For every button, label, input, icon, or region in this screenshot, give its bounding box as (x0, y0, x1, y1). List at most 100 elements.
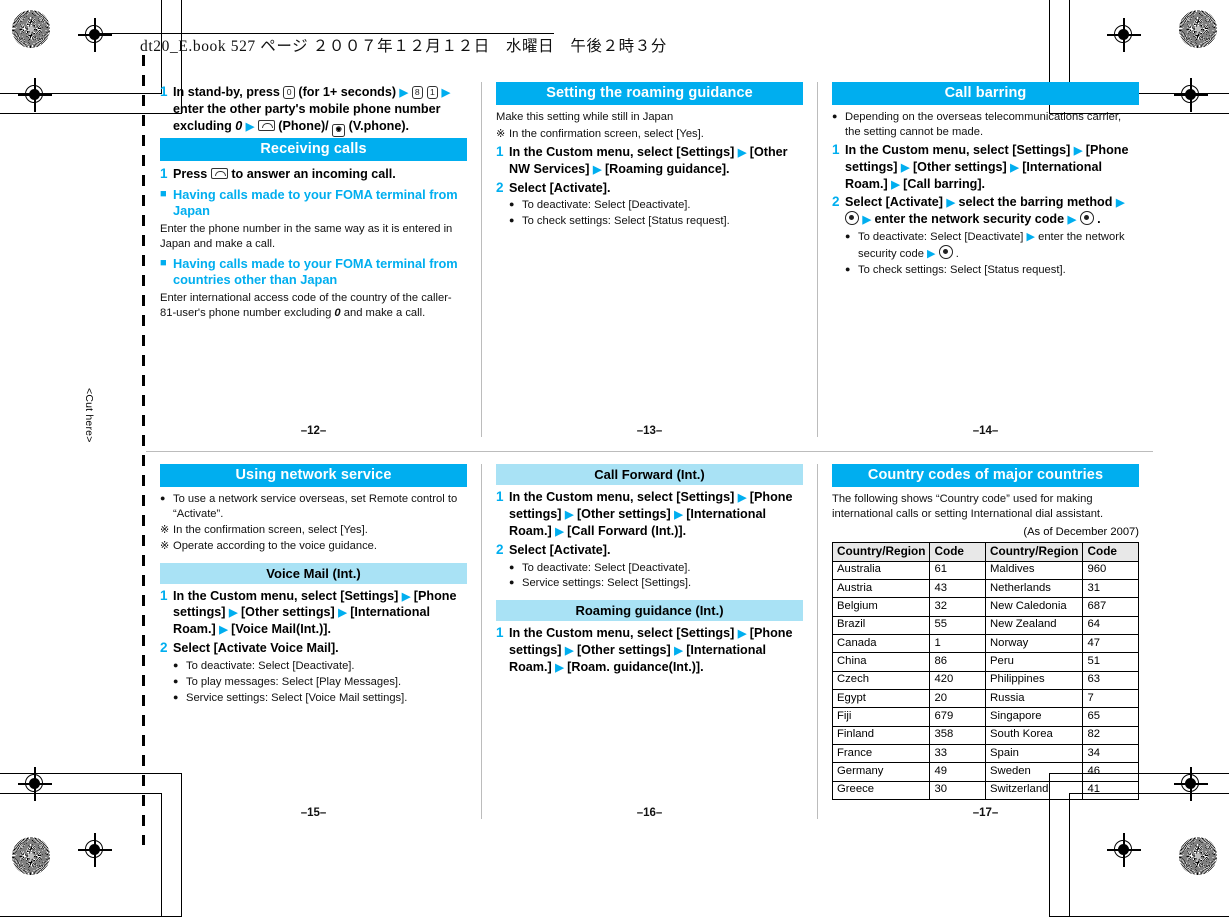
page-number: –16– (636, 807, 663, 819)
bullet-list: ● To deactivate: Select [Deactivate]. ● To … (509, 198, 803, 229)
list-item-label: To play messages: Select [Play Messages]… (186, 675, 402, 688)
instruction-text: [Voice Mail(Int.)]. (231, 622, 331, 637)
instruction-text: (V.phone). (348, 118, 410, 133)
registration-mark-right-lower (1174, 767, 1208, 801)
bullet-dot-icon: ● (845, 231, 851, 242)
list-item-label: Service settings: Select [Settings]. (522, 577, 692, 590)
arrow-icon: ▶ (891, 178, 900, 191)
list-item-label: To deactivate: Select [Deactivate]. (522, 199, 691, 212)
table-row: Fiji 679 Singapore 65 (831, 707, 1139, 727)
list-item-label: To deactivate: Select [Deactivate]. (522, 561, 691, 574)
country-code-cell: 32 (929, 597, 986, 617)
country-code-cell: 7 (1082, 689, 1139, 709)
registration-mark-bottom-right (1107, 833, 1141, 867)
country-codes-table: Country/Region Code Country/Region Code Aust… (831, 541, 1139, 800)
country-name-cell: Finland (831, 725, 931, 746)
reference-mark-icon: ※ (160, 539, 170, 552)
step-body: In the Custom menu, select [Settings] ▶ … (509, 489, 803, 540)
country-code-cell: 1 (929, 634, 986, 654)
step-body: In the Custom menu, select [Settings] ▶ … (173, 588, 467, 639)
arrow-icon: ▶ (1067, 214, 1077, 227)
country-name-cell: Canada (831, 634, 931, 654)
reference-mark-icon: ※ (160, 523, 170, 536)
arrow-icon: ▶ (674, 508, 683, 521)
page-row-top: 1 In stand-by, press 0 (for 1+ seconds) ▶… (146, 82, 1153, 437)
emphasis-text: 0 (235, 118, 243, 133)
table-row: Greece 30 Switzerland 41 (831, 780, 1139, 800)
note-row: ● Depending on the overseas telecommunica… (832, 110, 1139, 140)
country-name-cell: Singapore (984, 707, 1084, 727)
list-item: ● To deactivate: Select [Deactivate]. (509, 198, 803, 213)
bullet-list: ● To deactivate: Select [Deactivate] ▶ en… (845, 230, 1139, 278)
topic-heading-label: Having calls made to your FOMA terminal … (173, 186, 458, 219)
step-body: In the Custom menu, select [Settings] ▶ … (509, 625, 803, 676)
paragraph-text: The following shows “Country code” used … (832, 493, 1104, 520)
instruction-text: (Phone)/ (278, 118, 329, 133)
instruction-text: [Other settings] (576, 643, 671, 658)
registration-mark-bottom-left (78, 833, 112, 867)
bullet-dot-icon: ● (509, 199, 515, 210)
list-item: ● To deactivate: Select [Deactivate]. (509, 561, 803, 576)
step-body: Select [Activate] ▶ select the barring m… (845, 194, 1139, 228)
sub-section-header: Voice Mail (Int.) (160, 562, 467, 584)
note-text: To use a network service overseas, set R… (173, 493, 458, 520)
step-number: 2 (496, 541, 504, 557)
table-row: Canada 1 Norway 47 (831, 634, 1139, 654)
instruction-text: In stand-by, press (173, 85, 284, 99)
instruction-text: . (955, 248, 959, 261)
arrow-icon: ▶ (1010, 161, 1019, 174)
paragraph-text: Enter international access code of the c… (160, 291, 467, 321)
section-header: Receiving calls (160, 137, 467, 161)
country-code-cell: 64 (1082, 615, 1139, 636)
country-code-cell: 82 (1082, 725, 1139, 746)
page-number: –15– (300, 807, 327, 819)
call-key-icon (257, 119, 275, 131)
note-text: Depending on the overseas telecommunicat… (845, 111, 1122, 138)
paragraph-text: Make this setting while still in Japan (496, 111, 674, 123)
keypad-key-icon: 1 (426, 85, 439, 100)
bullet-dot-icon: ● (173, 660, 179, 671)
table-row: Belgium 32 New Caledonia 687 (831, 597, 1139, 617)
arrow-icon: ▶ (338, 607, 347, 620)
arrow-icon: ▶ (737, 146, 747, 159)
country-code-cell: 61 (929, 560, 986, 581)
table-column-header: Code (929, 541, 986, 562)
book-header-text: dt20_E.book 527 ページ ２００７年１２月１２日 水曜日 午後２時… (140, 38, 667, 55)
page-number: –13– (636, 425, 663, 437)
country-name-cell: France (831, 743, 931, 764)
instruction-text: In the Custom menu, select [Settings] (509, 144, 735, 159)
arrow-icon: ▶ (1026, 231, 1035, 244)
bullet-dot-icon: ● (173, 691, 179, 702)
bullet-dot-icon: ● (160, 493, 166, 503)
country-code-cell: 65 (1082, 707, 1139, 727)
bullet-dot-icon: ● (509, 561, 515, 572)
select-key-icon (938, 245, 953, 260)
arrow-icon: ▶ (674, 645, 683, 658)
square-bullet-icon: ■ (160, 256, 167, 269)
table-row: Australia 61 Maldives 960 (831, 560, 1139, 581)
list-item-label: To deactivate: Select [Deactivate]. (186, 660, 355, 673)
instruction-text: Select [Activate]. (509, 542, 611, 557)
country-name-cell: Maldives (984, 560, 1084, 581)
instruction-text: In the Custom menu, select [Settings] (845, 142, 1071, 157)
country-code-cell: 34 (1082, 743, 1139, 764)
numbered-step: 2 Select [Activate Voice Mail]. (160, 640, 467, 657)
arrow-icon: ▶ (593, 163, 602, 176)
country-code-cell: 20 (929, 689, 986, 709)
list-item-label: To check settings: Select [Status reques… (522, 215, 730, 228)
numbered-step: 1 In the Custom menu, select [Settings] ▶… (496, 144, 803, 178)
instruction-text: In the Custom menu, select [Settings] (509, 490, 735, 504)
row-divider (146, 451, 1153, 452)
step-body: Select [Activate Voice Mail]. (173, 640, 467, 657)
country-code-cell: 679 (929, 707, 986, 727)
country-code-cell: 33 (929, 743, 986, 764)
instruction-text: Select [Activate]. (509, 180, 611, 195)
section-header: Using network service (160, 464, 467, 487)
country-code-cell: 687 (1082, 597, 1139, 617)
arrow-icon: ▶ (946, 197, 955, 210)
arrow-icon: ▶ (737, 628, 747, 641)
country-code-cell: 86 (929, 652, 986, 672)
section-header: Call barring (832, 82, 1139, 105)
step-body: Select [Activate]. (509, 542, 803, 559)
registration-mark-left-lower (18, 767, 52, 801)
